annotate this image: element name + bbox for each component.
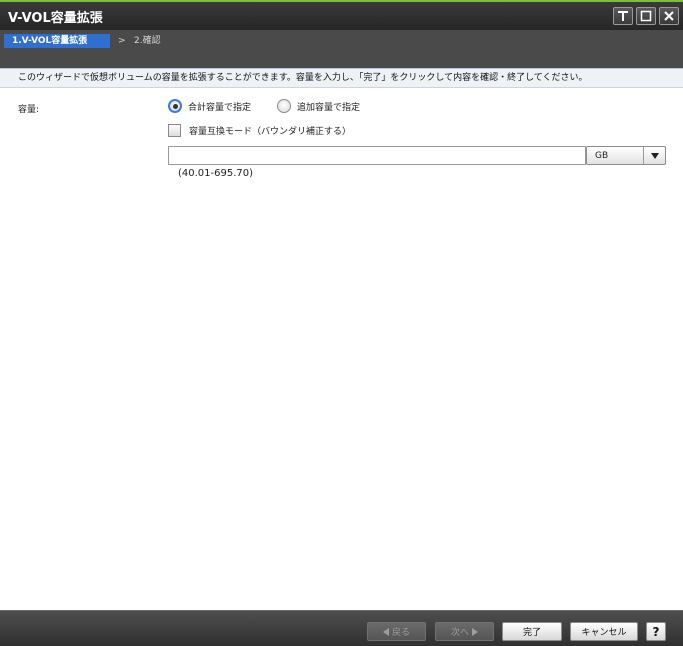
- radio-additional-capacity[interactable]: [277, 99, 292, 113]
- step-confirm: 2.確認: [134, 36, 161, 46]
- help-button[interactable]: ?: [646, 622, 666, 641]
- dropdown-arrow-icon[interactable]: [643, 147, 665, 164]
- maximize-icon[interactable]: [636, 7, 656, 25]
- radio-total-capacity[interactable]: [168, 99, 182, 113]
- radio-total-label[interactable]: 合計容量で指定: [188, 100, 251, 113]
- capacity-mode-radio-group: 合計容量で指定 追加容量で指定: [168, 99, 360, 113]
- cancel-button-label: キャンセル: [581, 628, 627, 638]
- capacity-input[interactable]: [168, 146, 586, 165]
- compat-mode-label[interactable]: 容量互換モード（バウンダリ補正する）: [189, 124, 351, 137]
- window-titlebar: V-VOL容量拡張: [0, 0, 683, 30]
- step-separator: >: [118, 36, 126, 46]
- radio-additional-label[interactable]: 追加容量で指定: [297, 100, 360, 113]
- finish-button[interactable]: 完了: [502, 622, 562, 641]
- compat-mode-row: 容量互換モード（バウンダリ補正する）: [168, 124, 351, 137]
- wizard-footer: 戻る 次へ 完了 キャンセル ?: [0, 610, 683, 646]
- wizard-description: このウィザードで仮想ボリュームの容量を拡張することができます。容量を入力し、「完…: [0, 68, 683, 88]
- window-title: V-VOL容量拡張: [8, 10, 103, 26]
- arrow-left-icon: [382, 627, 389, 636]
- cancel-button[interactable]: キャンセル: [570, 622, 638, 641]
- window-controls: [613, 7, 683, 25]
- finish-button-label: 完了: [522, 628, 541, 638]
- unit-select-value: GB: [595, 150, 609, 161]
- help-icon: ?: [652, 624, 660, 639]
- unit-select[interactable]: GB: [586, 146, 666, 165]
- wizard-step-bar: 1.V-VOL容量拡張 > 2.確認: [0, 30, 683, 68]
- capacity-label: 容量:: [18, 105, 40, 115]
- arrow-right-icon: [472, 627, 478, 636]
- next-button-label: 次へ: [450, 628, 469, 638]
- capacity-range-hint: (40.01-695.70): [178, 168, 254, 179]
- back-button-label: 戻る: [391, 628, 410, 638]
- close-icon[interactable]: [659, 7, 679, 25]
- step-current: 1.V-VOL容量拡張: [4, 34, 110, 48]
- restore-icon[interactable]: [613, 7, 633, 25]
- compat-mode-checkbox[interactable]: [168, 124, 181, 137]
- next-button[interactable]: 次へ: [435, 622, 494, 641]
- back-button[interactable]: 戻る: [367, 622, 426, 641]
